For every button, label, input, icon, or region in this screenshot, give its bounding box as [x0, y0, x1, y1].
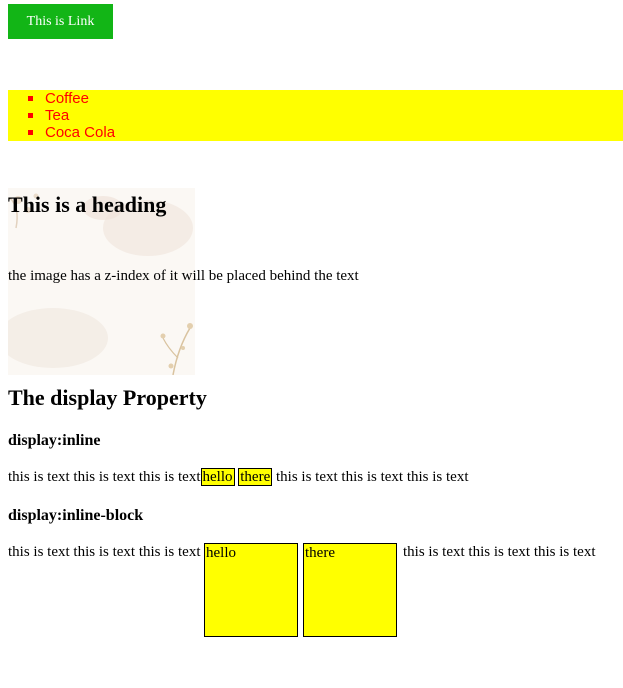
- inline-text-before: this is text this is text this is text: [8, 469, 201, 485]
- list-item-label: Coca Cola: [45, 124, 116, 141]
- list-item-label: Tea: [45, 107, 70, 124]
- section-title: The display Property: [8, 385, 207, 410]
- inline-block-hello-box: hello: [204, 543, 298, 637]
- inline-text-after: this is text this is text this is text: [276, 469, 469, 485]
- link-button[interactable]: This is Link: [8, 4, 113, 39]
- inline-block-text-after: this is text this is text this is text: [403, 544, 596, 560]
- inline-there-box: there: [238, 468, 273, 486]
- list-item: Coffee: [28, 90, 623, 107]
- square-bullet-icon: [28, 130, 33, 135]
- inline-block-text-before: this is text this is text this is text: [8, 544, 201, 560]
- drinks-list: Coffee Tea Coca Cola: [8, 90, 623, 141]
- inline-block-heading: display:inline-block: [8, 507, 144, 524]
- list-item: Coca Cola: [28, 124, 623, 141]
- square-bullet-icon: [28, 96, 33, 101]
- inline-heading: display:inline: [8, 432, 101, 449]
- zindex-description: the image has a z-index of it will be pl…: [8, 268, 359, 284]
- list-item: Tea: [28, 107, 623, 124]
- list-item-label: Coffee: [45, 90, 89, 107]
- inline-hello-box: hello: [200, 468, 235, 486]
- inline-example: this is text this is text this is text he…: [8, 468, 469, 486]
- page-heading: This is a heading: [8, 192, 167, 217]
- square-bullet-icon: [28, 113, 33, 118]
- inline-block-there-box: there: [303, 543, 397, 637]
